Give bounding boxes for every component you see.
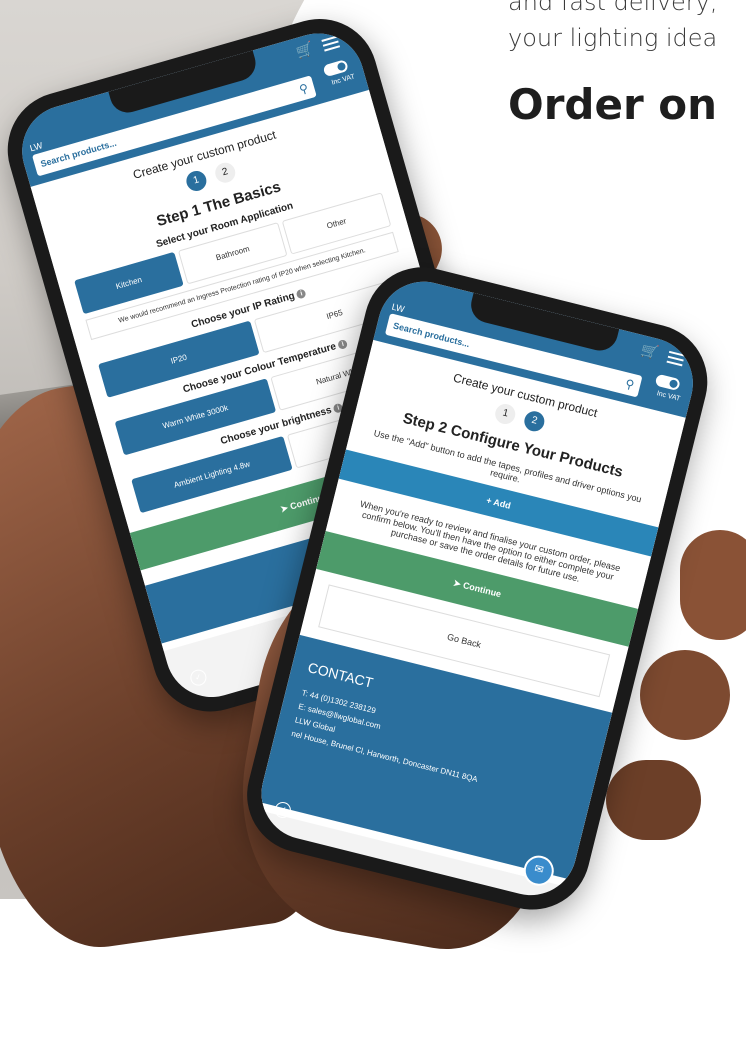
cookie-icon[interactable]: ✓ xyxy=(188,667,209,688)
search-icon[interactable]: ⚲ xyxy=(624,376,636,392)
site-logo[interactable]: LW xyxy=(391,302,406,315)
hero-copy: and fast delivery, your lighting idea Or… xyxy=(508,0,746,129)
vat-toggle[interactable] xyxy=(322,59,349,78)
info-icon[interactable]: i xyxy=(337,338,349,350)
hero-heading: Order on xyxy=(508,80,718,129)
right-finger-2 xyxy=(640,650,730,740)
right-finger-3 xyxy=(606,760,701,840)
hero-line-2: your lighting idea xyxy=(508,24,718,52)
step-1-dot[interactable]: 1 xyxy=(493,401,518,427)
menu-icon[interactable] xyxy=(666,348,686,369)
right-finger-1 xyxy=(680,530,746,640)
search-placeholder: Search products... xyxy=(39,137,118,170)
search-icon[interactable]: ⚲ xyxy=(298,81,310,97)
basket-icon[interactable]: 🛒 xyxy=(639,341,661,362)
menu-icon[interactable] xyxy=(321,33,341,55)
vat-toggle[interactable] xyxy=(654,373,681,392)
hero-line-1: and fast delivery, xyxy=(508,0,718,16)
basket-icon[interactable]: 🛒 xyxy=(294,40,315,61)
vat-label: Inc VAT xyxy=(330,73,356,87)
vat-label: Inc VAT xyxy=(655,390,681,403)
step-2-dot[interactable]: 2 xyxy=(212,160,238,186)
step-2-dot[interactable]: 2 xyxy=(522,409,547,434)
step-1-dot[interactable]: 1 xyxy=(184,168,209,194)
info-icon[interactable]: i xyxy=(295,288,308,300)
continue-label: Continue xyxy=(461,580,503,600)
search-placeholder: Search products... xyxy=(392,320,471,350)
